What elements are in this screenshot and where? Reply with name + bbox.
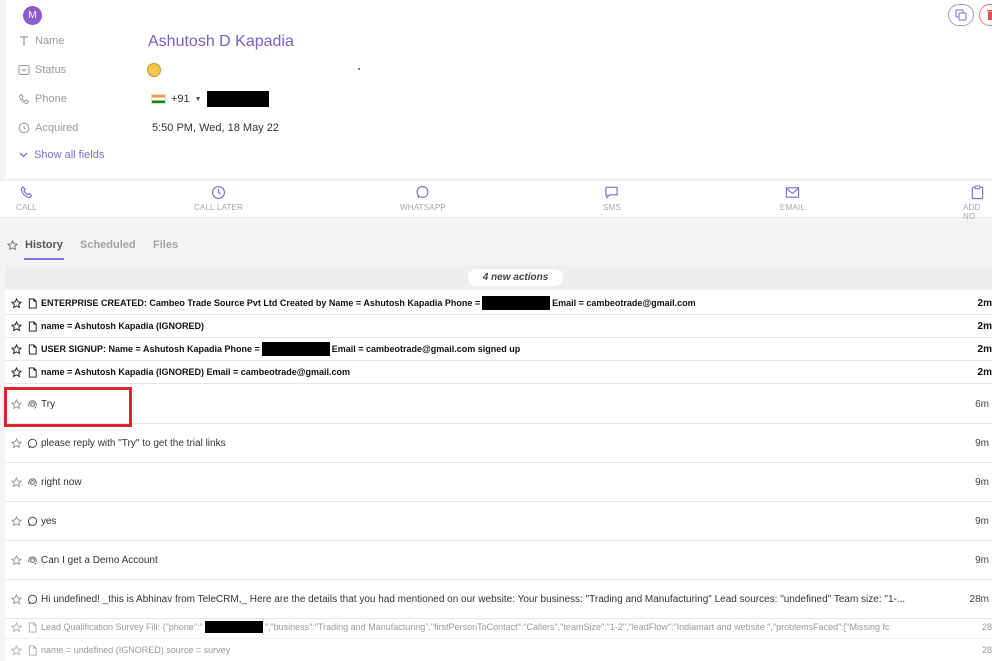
star-icon[interactable] <box>9 365 23 379</box>
star-icon[interactable] <box>6 239 19 254</box>
india-flag-icon <box>151 94 166 104</box>
message-row[interactable]: right now 9m <box>5 464 992 502</box>
message-row[interactable]: please reply with "Try" to get the trial… <box>5 425 992 463</box>
contact-card: M Name Ashutosh D Kapadia Status Phone +… <box>6 0 992 178</box>
history-row[interactable]: name = Ashutosh Kapadia (IGNORED) 2m <box>5 315 992 338</box>
history-row[interactable]: USER SIGNUP: Name = Ashutosh Kapadia Pho… <box>5 338 992 361</box>
call-action[interactable]: CALL <box>16 185 37 212</box>
message-row[interactable]: yes 9m <box>5 503 992 541</box>
message-row[interactable]: Try 6m <box>5 386 992 424</box>
trash-icon <box>987 10 992 20</box>
contact-name[interactable]: Ashutosh D Kapadia <box>148 33 294 51</box>
dropdown-box-icon <box>18 65 30 75</box>
star-icon[interactable] <box>9 554 23 568</box>
copy-button[interactable] <box>948 4 974 26</box>
history-row[interactable]: Lead Qualification Survey Fill: {"phone"… <box>5 616 992 639</box>
history-row[interactable]: name = undefined (IGNORED) source = surv… <box>5 639 992 661</box>
redacted-text <box>261 342 330 356</box>
star-icon[interactable] <box>9 437 23 451</box>
message-row[interactable]: Hi undefined! _this is Abhinav from Tele… <box>5 581 992 619</box>
clipboard-icon <box>971 185 984 200</box>
history-row[interactable]: name = Ashutosh Kapadia (IGNORED) Email … <box>5 361 992 384</box>
new-actions-strip: 4 new actions <box>5 265 992 290</box>
sms-action[interactable]: SMS <box>603 185 621 212</box>
document-icon <box>25 342 39 356</box>
avatar[interactable]: M <box>23 6 42 25</box>
star-icon[interactable] <box>9 342 23 356</box>
document-icon <box>25 643 39 657</box>
country-code-select[interactable]: +91 ▼ <box>151 93 202 105</box>
redacted-phone-number <box>207 91 269 107</box>
document-icon <box>25 365 39 379</box>
star-icon[interactable] <box>9 319 23 333</box>
message-row[interactable]: Can I get a Demo Account 9m <box>5 542 992 580</box>
document-icon <box>25 319 39 333</box>
clock-icon <box>212 186 226 199</box>
caret-down-icon: ▼ <box>194 95 202 103</box>
chevron-down-icon <box>19 152 28 158</box>
phone-icon <box>18 93 30 105</box>
text-icon <box>20 36 28 46</box>
tab-files[interactable]: Files <box>153 239 178 251</box>
new-actions-pill[interactable]: 4 new actions <box>468 269 563 286</box>
document-icon <box>25 296 39 310</box>
history-row[interactable]: ENTERPRISE CREATED: Cambeo Trade Source … <box>5 292 992 315</box>
phone-icon <box>20 185 33 199</box>
agent-headset-icon <box>25 554 39 568</box>
action-bar: CALL CALL LATER WHATSAPP SMS EMAIL ADD N… <box>0 180 992 221</box>
active-tab-indicator <box>24 258 64 260</box>
star-icon[interactable] <box>9 620 23 634</box>
acquired-value: 5:50 PM, Wed, 18 May 22 <box>152 122 279 134</box>
whatsapp-icon <box>25 593 39 607</box>
star-icon[interactable] <box>9 593 23 607</box>
star-icon[interactable] <box>9 515 23 529</box>
agent-headset-icon <box>25 476 39 490</box>
whatsapp-icon <box>25 515 39 529</box>
phone-field-label: Phone <box>18 93 67 105</box>
dot-mark <box>358 68 360 70</box>
whatsapp-action[interactable]: WHATSAPP <box>400 185 446 212</box>
add-note-action[interactable]: ADD NO <box>963 185 992 221</box>
redacted-text <box>204 621 263 633</box>
history-panel: 4 new actions ENTERPRISE CREATED: Cambeo… <box>5 265 992 661</box>
star-icon[interactable] <box>9 476 23 490</box>
mail-icon <box>785 187 800 198</box>
history-tabs: History Scheduled Files <box>0 232 992 262</box>
status-emoji-icon[interactable] <box>147 63 161 77</box>
star-icon[interactable] <box>9 296 23 310</box>
copy-icon <box>955 9 967 21</box>
acquired-field-label: Acquired <box>18 122 78 134</box>
redacted-text <box>482 296 551 310</box>
star-icon[interactable] <box>9 643 23 657</box>
document-icon <box>25 620 39 634</box>
whatsapp-icon <box>416 186 429 199</box>
clock-icon <box>18 122 30 134</box>
highlight-annotation-box <box>4 387 132 427</box>
show-all-fields-link[interactable]: Show all fields <box>19 149 104 161</box>
status-field-label: Status <box>18 64 66 76</box>
whatsapp-icon <box>25 437 39 451</box>
delete-button[interactable] <box>979 4 992 26</box>
tab-scheduled[interactable]: Scheduled <box>80 239 136 251</box>
email-action[interactable]: EMAIL <box>780 185 805 212</box>
name-field-label: Name <box>18 35 64 47</box>
tab-history[interactable]: History <box>25 239 63 251</box>
chat-icon <box>605 186 619 200</box>
call-later-action[interactable]: CALL LATER <box>194 185 243 212</box>
